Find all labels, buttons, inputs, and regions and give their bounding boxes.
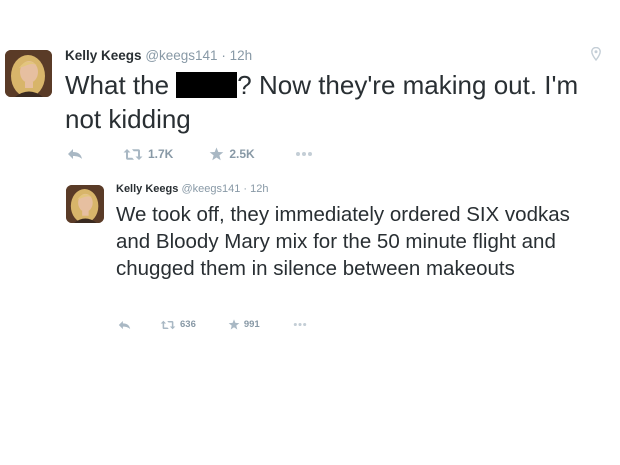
tweet-header: Kelly Keegs @keegs141 · 12h (116, 183, 268, 195)
favorite-button[interactable]: 2.5K (209, 147, 255, 161)
retweet-icon (123, 148, 143, 161)
separator: · (221, 48, 226, 63)
avatar[interactable] (5, 50, 52, 97)
retweet-button[interactable]: 636 (160, 319, 196, 330)
tweet-text: We took off, they immediately ordered SI… (116, 203, 570, 280)
favorite-star-icon (209, 147, 224, 161)
more-button[interactable] (295, 151, 313, 157)
author-handle[interactable]: @keegs141 (181, 183, 240, 195)
tweet-text-before-redaction: What the (65, 70, 177, 100)
tweet-actions: 636 991 (118, 319, 307, 330)
favorite-count: 991 (243, 319, 260, 330)
location-pin-icon[interactable] (591, 46, 601, 66)
reply-icon (118, 320, 131, 330)
reply-button[interactable] (67, 148, 83, 160)
retweet-button[interactable]: 1.7K (123, 147, 173, 161)
favorite-count: 2.5K (229, 147, 255, 161)
tweet-header: Kelly Keegs @keegs141 · 12h (65, 48, 252, 63)
tweet-actions: 1.7K 2.5K (67, 147, 313, 161)
author-name[interactable]: Kelly Keegs (65, 48, 142, 63)
reply-icon (67, 148, 83, 160)
retweet-count: 636 (180, 319, 196, 330)
timestamp[interactable]: 12h (250, 183, 268, 195)
author-name[interactable]: Kelly Keegs (116, 183, 178, 195)
author-handle[interactable]: @keegs141 (145, 48, 217, 63)
separator: · (243, 183, 248, 195)
favorite-star-icon (228, 319, 240, 330)
redaction-box (176, 72, 238, 98)
avatar[interactable] (66, 185, 104, 223)
timestamp[interactable]: 12h (230, 48, 253, 63)
favorite-button[interactable]: 991 (228, 319, 260, 330)
retweet-icon (160, 320, 176, 330)
reply-button[interactable] (118, 320, 131, 330)
more-button[interactable] (293, 322, 307, 327)
retweet-count: 1.7K (148, 147, 174, 161)
more-icon (295, 151, 313, 157)
tweet-text: What the ? Now they're making out. I'm n… (65, 68, 610, 136)
more-icon (293, 322, 307, 327)
